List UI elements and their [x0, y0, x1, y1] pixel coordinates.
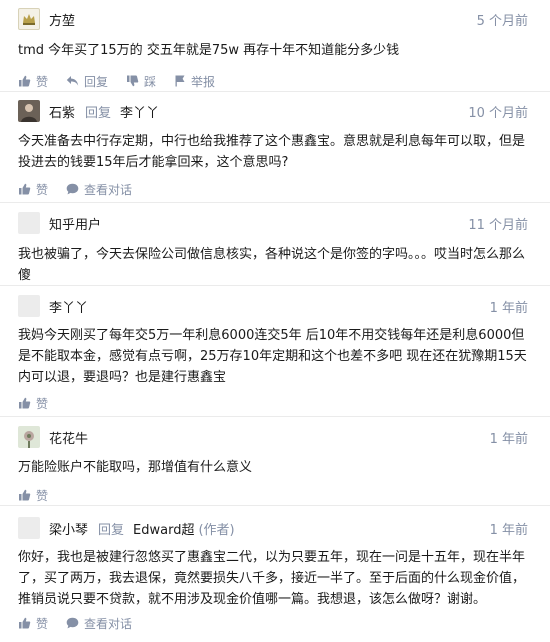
like-button[interactable]: 赞	[18, 181, 48, 198]
comment-item: 知乎用户 11 个月前 我也被骗了，今天去保险公司做信息核实，各种说这个是你签的…	[0, 203, 550, 286]
author-name[interactable]: 石紫	[49, 102, 75, 121]
thumbs-up-icon	[19, 75, 31, 87]
like-label: 赞	[36, 488, 49, 503]
comment-list: 方堃 5 个月前 tmd 今年买了15万的 交五年就是75w 再存十年不知道能分…	[0, 0, 550, 642]
like-label: 赞	[36, 396, 49, 411]
comment-header: 石紫 回复 李丫丫 10 个月前	[18, 100, 528, 122]
timestamp: 10 个月前	[468, 105, 528, 121]
comment-header: 花花牛 1 年前	[18, 426, 528, 448]
timestamp: 1 年前	[489, 300, 528, 316]
chat-bubble-icon	[66, 183, 79, 195]
avatar[interactable]	[18, 295, 40, 317]
like-button[interactable]: 赞	[18, 73, 48, 90]
view-conversation-label: 查看对话	[84, 616, 133, 631]
author-name[interactable]: 李丫丫	[49, 297, 88, 316]
author-name[interactable]: 花花牛	[49, 428, 88, 447]
comment-text: 万能险账户不能取吗，那增值有什么意义	[18, 460, 253, 475]
like-button[interactable]: 赞	[18, 615, 48, 632]
like-label: 赞	[36, 616, 49, 631]
timestamp: 1 年前	[489, 431, 528, 447]
reply-indicator: 回复	[85, 105, 112, 121]
dislike-button[interactable]: 踩	[126, 73, 156, 90]
reply-arrow-icon	[66, 76, 79, 86]
thumbs-up-icon	[19, 397, 31, 409]
author-role-tag: (作者)	[198, 522, 235, 538]
author-name[interactable]: 方堃	[49, 10, 75, 29]
reply-indicator: 回复	[98, 522, 125, 538]
action-bar: 赞 查看对话	[18, 176, 528, 202]
thumbs-up-icon	[19, 183, 31, 195]
comment-item: 方堃 5 个月前 tmd 今年买了15万的 交五年就是75w 再存十年不知道能分…	[0, 0, 550, 92]
flag-icon	[175, 75, 185, 87]
dislike-label: 踩	[144, 74, 157, 89]
report-label: 举报	[191, 74, 216, 89]
view-conversation-label: 查看对话	[84, 182, 133, 197]
report-button[interactable]: 举报	[174, 73, 215, 90]
reply-target-name[interactable]: Edward超	[133, 519, 194, 538]
avatar[interactable]	[18, 517, 40, 539]
avatar[interactable]	[18, 212, 40, 234]
thumbs-down-icon	[127, 75, 139, 87]
comment-text: 我妈今天刚买了每年交5万一年利息6000连交5年 后10年不用交钱每年还是利息6…	[18, 328, 527, 385]
reply-label: 回复	[84, 74, 109, 89]
comment-item: 梁小琴 回复 Edward超 (作者) 1 年前 你好，我也是被建行忽悠买了惠鑫…	[0, 506, 550, 642]
author-name[interactable]: 梁小琴	[49, 519, 88, 538]
portrait-photo-icon	[21, 104, 37, 122]
comment-item: 石紫 回复 李丫丫 10 个月前 今天准备去中行存定期，中行也给我推荐了这个惠鑫…	[0, 92, 550, 203]
like-label: 赞	[36, 74, 49, 89]
like-button[interactable]: 赞	[18, 487, 48, 504]
timestamp: 11 个月前	[468, 217, 528, 233]
like-label: 赞	[36, 182, 49, 197]
like-button[interactable]: 赞	[18, 395, 48, 412]
comment-text: tmd 今年买了15万的 交五年就是75w 再存十年不知道能分多少钱	[18, 43, 400, 58]
thumbs-up-icon	[19, 489, 31, 501]
avatar[interactable]	[18, 8, 40, 30]
action-bar: 赞	[18, 482, 528, 508]
chat-bubble-icon	[66, 617, 79, 629]
comment-header: 方堃 5 个月前	[18, 8, 528, 30]
comment-item: 花花牛 1 年前 万能险账户不能取吗，那增值有什么意义 赞	[0, 417, 550, 506]
action-bar: 赞 查看对话	[18, 610, 528, 636]
comment-text: 我也被骗了，今天去保险公司做信息核实，各种说这个是你签的字吗。。。哎当时怎么那么…	[18, 247, 526, 283]
view-conversation-button[interactable]: 查看对话	[66, 615, 132, 632]
action-bar: 赞	[18, 390, 528, 416]
reply-target-name[interactable]: 李丫丫	[120, 102, 159, 121]
comment-text: 你好，我也是被建行忽悠买了惠鑫宝二代，以为只要五年，现在一问是十五年，现在半年了…	[18, 550, 526, 607]
flower-photo-icon	[24, 431, 34, 448]
timestamp: 5 个月前	[476, 13, 528, 29]
author-name[interactable]: 知乎用户	[49, 214, 101, 233]
avatar[interactable]	[18, 426, 40, 448]
comment-header: 知乎用户 11 个月前	[18, 212, 528, 234]
avatar[interactable]	[18, 100, 40, 122]
thumbs-up-icon	[19, 617, 31, 629]
timestamp: 1 年前	[489, 522, 528, 538]
view-conversation-button[interactable]: 查看对话	[66, 181, 132, 198]
crown-emblem-icon	[23, 14, 35, 25]
comment-item: 李丫丫 1 年前 我妈今天刚买了每年交5万一年利息6000连交5年 后10年不用…	[0, 286, 550, 417]
comment-header: 梁小琴 回复 Edward超 (作者) 1 年前	[18, 517, 528, 539]
reply-button[interactable]: 回复	[66, 73, 108, 90]
comment-header: 李丫丫 1 年前	[18, 295, 528, 317]
comment-text: 今天准备去中行存定期，中行也给我推荐了这个惠鑫宝。意思就是利息每年可以取，但是投…	[18, 134, 526, 170]
action-bar: 赞 回复 踩 举报	[18, 68, 528, 94]
